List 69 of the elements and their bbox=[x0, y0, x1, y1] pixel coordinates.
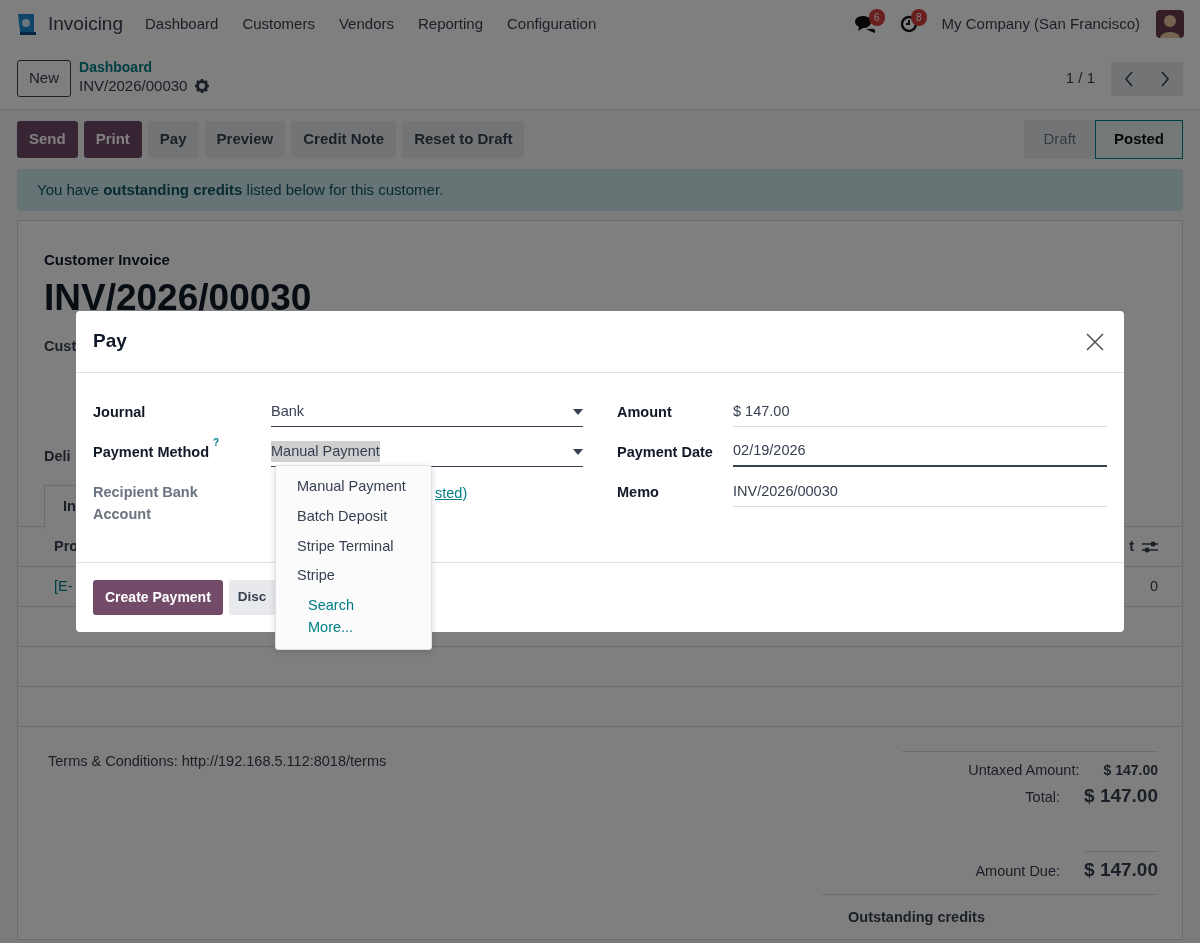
total-value: $ 147.00 bbox=[1103, 761, 1158, 781]
dropdown-option[interactable]: Batch Deposit bbox=[276, 501, 431, 532]
total-value: $ 147.00 bbox=[1084, 850, 1158, 885]
menu-item[interactable]: Vendors bbox=[338, 12, 394, 36]
action-button[interactable]: Pay bbox=[147, 121, 199, 158]
field-label: Deli bbox=[44, 446, 71, 466]
document-type: Customer Invoice bbox=[43, 250, 171, 270]
total-label: Amount Due: bbox=[975, 861, 1061, 881]
total-value: $ 147.00 bbox=[1084, 784, 1158, 809]
info-message: You have outstanding credits listed below for this customer. bbox=[17, 168, 1183, 211]
action-button[interactable]: Credit Note bbox=[291, 121, 397, 158]
field-label: Amount bbox=[617, 403, 673, 422]
caret-icon bbox=[573, 408, 583, 415]
dialog-button[interactable]: Create Payment bbox=[93, 580, 223, 615]
section-title: Outstanding credits bbox=[822, 894, 1158, 929]
select-field[interactable]: Bank bbox=[271, 397, 583, 427]
clock-icon[interactable] bbox=[899, 15, 918, 33]
input-field[interactable]: 02/19/2026 bbox=[733, 437, 1107, 467]
company-switcher[interactable]: My Company (San Francisco) bbox=[941, 12, 1140, 36]
input-field[interactable]: $ 147.00 bbox=[733, 397, 1107, 427]
chat-icon[interactable] bbox=[853, 15, 876, 33]
help-icon[interactable]: ? bbox=[213, 437, 220, 449]
menu-item[interactable]: Reporting bbox=[417, 12, 483, 36]
notification-count: 6 bbox=[869, 9, 885, 26]
total-label: Total: bbox=[1025, 788, 1061, 808]
terms-text: Terms & Conditions: http://192.168.5.112:8018/terms bbox=[47, 752, 388, 772]
input-field[interactable]: INV/2026/00030 bbox=[733, 477, 1107, 507]
status-stage[interactable]: Draft bbox=[1024, 120, 1095, 159]
action-button[interactable]: Send bbox=[17, 121, 78, 158]
app-logo-icon[interactable] bbox=[16, 12, 38, 36]
dropdown-option[interactable]: Stripe bbox=[276, 561, 431, 591]
gear-icon[interactable] bbox=[195, 79, 210, 94]
sliders-icon[interactable] bbox=[1142, 539, 1158, 554]
app-name[interactable]: Invoicing bbox=[48, 9, 123, 39]
pager-value[interactable]: 1 / 1 bbox=[1065, 67, 1095, 90]
field-label: Memo bbox=[617, 483, 660, 502]
close-icon bbox=[1086, 332, 1104, 351]
menu-item[interactable]: Configuration bbox=[507, 12, 597, 36]
previous-button[interactable] bbox=[1111, 61, 1147, 96]
breadcrumb-link[interactable]: Dashboard bbox=[79, 59, 210, 75]
chevron-left-icon bbox=[1124, 70, 1134, 87]
field-label: Payment Method bbox=[93, 443, 209, 462]
field-label: Payment Date bbox=[617, 443, 714, 462]
account-link[interactable]: sted) bbox=[435, 483, 468, 505]
table-cell-text: 0 bbox=[1149, 577, 1158, 596]
action-button[interactable]: Print bbox=[83, 121, 142, 158]
record-name: INV/2026/00030 bbox=[79, 75, 188, 96]
caret-icon bbox=[573, 448, 583, 455]
dropdown-option[interactable]: Manual Payment bbox=[276, 472, 431, 502]
menu-item[interactable]: Customers bbox=[242, 12, 315, 36]
avatar-icon[interactable] bbox=[1156, 10, 1184, 38]
notification-count: 8 bbox=[911, 9, 927, 26]
dialog-title: Pay bbox=[93, 329, 127, 354]
action-button[interactable]: Reset to Draft bbox=[402, 121, 525, 158]
column-header: t bbox=[1129, 537, 1134, 556]
action-button[interactable]: Preview bbox=[204, 121, 286, 158]
field-label: Cust bbox=[44, 336, 77, 356]
new-button[interactable]: New bbox=[17, 60, 71, 97]
menu-item[interactable]: Dashboard bbox=[145, 12, 219, 36]
field-label: Recipient Bank Account bbox=[93, 483, 199, 524]
search-more-link[interactable]: Search More... bbox=[276, 591, 431, 643]
invoice-number: INV/2026/00030 bbox=[43, 275, 313, 320]
total-label: Untaxed Amount: bbox=[968, 761, 1080, 781]
chevron-right-icon bbox=[1160, 70, 1170, 87]
status-stage[interactable]: Posted bbox=[1095, 120, 1183, 159]
next-button[interactable] bbox=[1147, 61, 1183, 96]
field-label: Journal bbox=[93, 403, 146, 422]
dropdown-option[interactable]: Stripe Terminal bbox=[276, 531, 431, 562]
product-link[interactable]: [E- bbox=[54, 576, 73, 598]
